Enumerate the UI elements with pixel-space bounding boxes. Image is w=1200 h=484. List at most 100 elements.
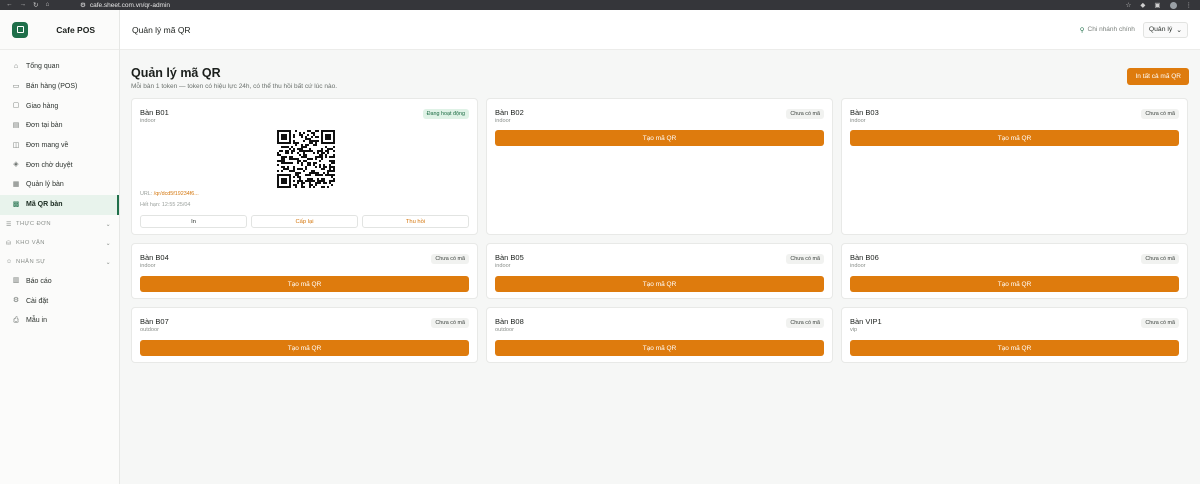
sidebar-item-tables[interactable]: ▦ Quản lý bàn [0, 175, 119, 195]
status-badge: Chưa có mã [431, 254, 469, 264]
extension-icon[interactable]: ◆ [1140, 1, 1145, 9]
sidebar-item-pos[interactable]: ▭ Bán hàng (POS) [0, 77, 119, 97]
sidebar-item-qr[interactable]: ▩ Mã QR bàn [0, 194, 119, 215]
create-qr-button[interactable]: Tạo mã QR [495, 130, 824, 146]
create-qr-button[interactable]: Tạo mã QR [850, 130, 1179, 146]
table-name: Bàn B08 [495, 317, 524, 326]
revoke-button[interactable]: Thu hồi [362, 215, 469, 228]
branch-selector[interactable]: ⚲ Chi nhánh chính [1080, 26, 1135, 34]
status-badge: Chưa có mã [786, 254, 824, 264]
status-badge: Đang hoạt động [422, 109, 469, 119]
create-qr-button[interactable]: Tạo mã QR [850, 276, 1179, 292]
qr-url-label: URL: [140, 191, 153, 197]
create-qr-button[interactable]: Tạo mã QR [140, 276, 469, 292]
status-badge: Chưa có mã [431, 318, 469, 328]
star-icon[interactable]: ☆ [1126, 1, 1132, 9]
status-badge: Chưa có mã [786, 318, 824, 328]
sidebar-item-print-templates[interactable]: ⎙ Mẫu in [0, 311, 119, 331]
create-qr-button[interactable]: Tạo mã QR [495, 276, 824, 292]
sidebar-menu: ⌂ Tổng quan ▭ Bán hàng (POS) ▢ Giao hàng… [0, 50, 119, 331]
print-all-qr-button[interactable]: In tất cả mã QR [1127, 68, 1189, 85]
sidebar-item-label: Cài đặt [26, 297, 49, 305]
qr-code-image [277, 130, 335, 188]
table-area: indoor [495, 118, 511, 124]
location-pin-icon: ⚲ [1079, 26, 1085, 34]
create-qr-button[interactable]: Tạo mã QR [495, 340, 824, 356]
bag-icon: ◫ [12, 141, 20, 149]
back-icon[interactable]: ← [6, 1, 13, 9]
browser-actions: ☆ ◆ ▣ ⋮ [1126, 1, 1200, 9]
create-qr-button[interactable]: Tạo mã QR [850, 340, 1179, 356]
sidebar-item-overview[interactable]: ⌂ Tổng quan [0, 57, 119, 77]
create-qr-button[interactable]: Tạo mã QR [140, 340, 469, 356]
reload-icon[interactable]: ↻ [33, 1, 38, 9]
branch-name: Chi nhánh chính [1087, 26, 1135, 33]
table-card-b04: Bàn B04 indoor Chưa có mã Tạo mã QR [131, 243, 478, 299]
home-icon[interactable]: ⌂ [45, 1, 49, 9]
sidebar-item-reports[interactable]: ▥ Báo cáo [0, 272, 119, 292]
profile-avatar[interactable] [1169, 1, 1177, 9]
status-badge: Chưa có mã [786, 109, 824, 119]
qr-expiry: Hết hạn: 12:55 25/04 [140, 202, 191, 208]
page-subtitle: Mỗi bàn 1 token — token có hiệu lực 24h,… [131, 83, 337, 90]
table-card-b06: Bàn B06 indoor Chưa có mã Tạo mã QR [841, 243, 1188, 299]
table-card-b03: Bàn B03 indoor Chưa có mã Tạo mã QR [841, 98, 1188, 235]
menu-dots-icon[interactable]: ⋮ [1186, 1, 1193, 9]
forward-icon[interactable]: → [20, 1, 27, 9]
brand-logo-icon [12, 21, 28, 38]
table-area: indoor [850, 118, 866, 124]
sidebar-item-pending-orders[interactable]: ◈ Đơn chờ duyệt [0, 155, 119, 175]
sidebar-section-menu[interactable]: ☰ THỰC ĐƠN ⌄ [0, 215, 119, 234]
sidebar-item-label: Đơn tại bàn [26, 122, 63, 130]
sidebar-section-staff[interactable]: ☺ NHÂN SỰ ⌄ [0, 253, 119, 272]
sidebar-item-label: Báo cáo [26, 277, 52, 285]
sidebar-section-label: KHO VẬN [16, 240, 45, 246]
gear-icon: ⚙ [12, 297, 20, 305]
puzzle-icon[interactable]: ▣ [1154, 1, 1160, 9]
clipboard-icon: ▤ [12, 121, 20, 129]
sidebar-item-dine-in-orders[interactable]: ▤ Đơn tại bàn [0, 116, 119, 136]
sidebar-item-label: Bán hàng (POS) [26, 83, 78, 91]
table-card-b07: Bàn B07 outdoor Chưa có mã Tạo mã QR [131, 307, 478, 363]
browser-nav: ← → ↻ ⌂ [0, 1, 80, 9]
sidebar-section-inventory[interactable]: ⛁ KHO VẬN ⌄ [0, 234, 119, 253]
table-icon: ▦ [12, 180, 20, 188]
site-info-icon[interactable]: ⚙ [80, 1, 86, 9]
shield-check-icon: ◈ [13, 161, 19, 169]
print-button[interactable]: In [140, 215, 247, 228]
table-area: indoor [850, 263, 866, 269]
topbar-title: Quản lý mã QR [132, 24, 191, 35]
qr-icon: ▩ [12, 200, 20, 208]
table-card-b01: Bàn B01 indoor Đang hoạt động URL: /qr/d… [131, 98, 478, 235]
sidebar-item-delivery[interactable]: ▢ Giao hàng [0, 96, 119, 116]
sidebar-item-label: Giao hàng [26, 102, 59, 110]
qr-actions: In Cấp lại Thu hồi [140, 215, 469, 228]
table-area: outdoor [140, 327, 159, 333]
qr-url: URL: /qr/dcd5f19234f6... [140, 191, 199, 197]
status-badge: Chưa có mã [1141, 109, 1179, 119]
table-area: indoor [140, 263, 156, 269]
status-badge: Chưa có mã [1141, 254, 1179, 264]
browser-chrome: ← → ↻ ⌂ ⚙ cafe.sheet.com.vn/qr-admin ☆ ◆… [0, 0, 1200, 10]
qr-url-link[interactable]: /qr/dcd5f19234f6... [154, 191, 199, 197]
sidebar-item-takeaway-orders[interactable]: ◫ Đơn mang về [0, 136, 119, 156]
table-name: Bàn B06 [850, 253, 879, 262]
role-select[interactable]: Quản lý ⌄ [1142, 21, 1188, 38]
sidebar-section-label: THỰC ĐƠN [16, 221, 52, 227]
address-bar[interactable]: ⚙ cafe.sheet.com.vn/qr-admin [80, 1, 170, 10]
sidebar: Cafe POS ⌂ Tổng quan ▭ Bán hàng (POS) ▢ … [0, 10, 120, 484]
chevron-down-icon: ⌄ [105, 221, 111, 228]
reissue-button[interactable]: Cấp lại [251, 215, 358, 228]
cart-icon: ▭ [12, 82, 20, 90]
table-area: indoor [495, 263, 511, 269]
table-card-b08: Bàn B08 outdoor Chưa có mã Tạo mã QR [486, 307, 833, 363]
sidebar-item-label: Mã QR bàn [26, 201, 63, 209]
sidebar-item-label: Tổng quan [26, 63, 60, 71]
table-name: Bàn B03 [850, 108, 879, 117]
warehouse-icon: ⛁ [6, 240, 12, 247]
chevron-down-icon: ⌄ [105, 259, 111, 266]
table-name: Bàn B07 [140, 317, 169, 326]
home-icon: ⌂ [13, 62, 19, 70]
sidebar-section-label: NHÂN SỰ [16, 259, 46, 265]
sidebar-item-settings[interactable]: ⚙ Cài đặt [0, 291, 119, 311]
